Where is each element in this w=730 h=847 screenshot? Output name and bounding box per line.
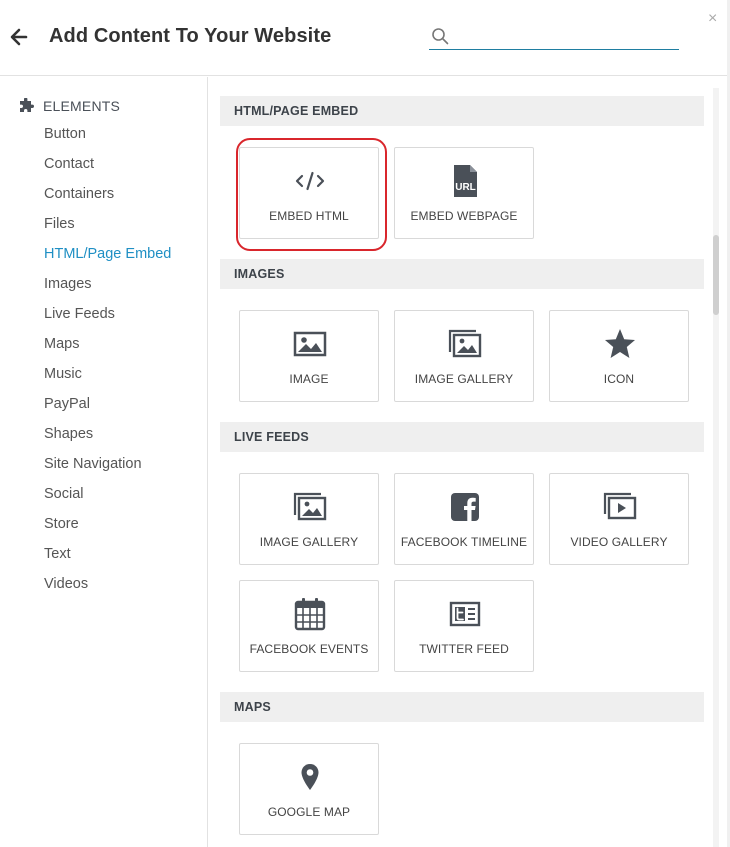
sidebar-item-button[interactable]: Button	[44, 126, 171, 156]
tile-label: EMBED WEBPAGE	[410, 209, 518, 223]
sidebar-item-paypal[interactable]: PayPal	[44, 396, 171, 426]
puzzle-icon	[20, 98, 34, 112]
sidebar-list: Button Contact Containers Files HTML/Pag…	[44, 126, 171, 606]
tile-icon[interactable]: ICON	[549, 310, 689, 402]
tile-label: TWITTER FEED	[419, 642, 509, 656]
tile-embed-webpage[interactable]: URL EMBED WEBPAGE	[394, 147, 534, 239]
sidebar-item-maps[interactable]: Maps	[44, 336, 171, 366]
sidebar-item-site-navigation[interactable]: Site Navigation	[44, 456, 171, 486]
sidebar-item-containers[interactable]: Containers	[44, 186, 171, 216]
tile-facebook-events[interactable]: FACEBOOK EVENTS	[239, 580, 379, 672]
tile-google-map[interactable]: GOOGLE MAP	[239, 743, 379, 835]
url-file-icon: URL	[454, 165, 477, 197]
sidebar-item-videos[interactable]: Videos	[44, 576, 171, 606]
tile-image[interactable]: IMAGE	[239, 310, 379, 402]
scrollbar-track[interactable]	[713, 88, 719, 847]
tile-live-image-gallery[interactable]: IMAGE GALLERY	[239, 473, 379, 565]
sidebar-item-shapes[interactable]: Shapes	[44, 426, 171, 456]
back-arrow-icon[interactable]	[10, 28, 28, 46]
search-icon	[432, 28, 449, 45]
twitter-feed-icon	[449, 601, 481, 627]
tile-label: IMAGE	[289, 372, 329, 386]
section-header-live-feeds: LIVE FEEDS	[220, 422, 704, 452]
sidebar-item-images[interactable]: Images	[44, 276, 171, 306]
section-title: IMAGES	[234, 267, 285, 281]
tile-twitter-feed[interactable]: TWITTER FEED	[394, 580, 534, 672]
image-gallery-icon	[293, 492, 327, 521]
tile-image-gallery[interactable]: IMAGE GALLERY	[394, 310, 534, 402]
sidebar-item-live-feeds[interactable]: Live Feeds	[44, 306, 171, 336]
dialog-title: Add Content To Your Website	[49, 25, 332, 47]
section-header-maps: MAPS	[220, 692, 704, 722]
section-header-html-page-embed: HTML/PAGE EMBED	[220, 96, 704, 126]
video-gallery-icon	[603, 492, 637, 520]
tile-video-gallery[interactable]: VIDEO GALLERY	[549, 473, 689, 565]
calendar-icon	[294, 598, 326, 631]
image-gallery-icon	[448, 329, 482, 358]
search-input[interactable]	[453, 24, 677, 48]
tile-embed-html[interactable]: EMBED HTML	[239, 147, 379, 239]
section-title: HTML/PAGE EMBED	[234, 104, 359, 118]
sidebar-item-contact[interactable]: Contact	[44, 156, 171, 186]
section-title: LIVE FEEDS	[234, 430, 309, 444]
sidebar-item-music[interactable]: Music	[44, 366, 171, 396]
sidebar: ELEMENTS Button Contact Containers Files…	[0, 77, 208, 847]
tile-label: ICON	[603, 372, 635, 386]
tile-label: FACEBOOK TIMELINE	[400, 535, 528, 549]
scrollbar-thumb[interactable]	[713, 235, 719, 315]
sidebar-item-store[interactable]: Store	[44, 516, 171, 546]
code-icon	[295, 171, 325, 191]
sidebar-heading: ELEMENTS	[18, 98, 120, 114]
tile-label: GOOGLE MAP	[267, 805, 351, 819]
tile-facebook-timeline[interactable]: FACEBOOK TIMELINE	[394, 473, 534, 565]
sidebar-item-social[interactable]: Social	[44, 486, 171, 516]
search-box	[429, 22, 679, 50]
sidebar-item-html-page-embed[interactable]: HTML/Page Embed	[44, 246, 171, 276]
tile-label: IMAGE GALLERY	[414, 372, 514, 386]
dialog-header: Add Content To Your Website	[0, 0, 730, 76]
tile-label: IMAGE GALLERY	[259, 535, 359, 549]
svg-text:URL: URL	[455, 182, 476, 193]
image-icon	[293, 331, 327, 357]
map-pin-icon	[301, 764, 319, 790]
section-header-images: IMAGES	[220, 259, 704, 289]
tile-label: EMBED HTML	[269, 209, 349, 223]
sidebar-heading-label: ELEMENTS	[43, 98, 121, 114]
tile-label: FACEBOOK EVENTS	[249, 642, 369, 656]
sidebar-item-text[interactable]: Text	[44, 546, 171, 576]
facebook-icon	[451, 493, 479, 521]
star-icon	[605, 329, 635, 358]
section-title: MAPS	[234, 700, 271, 714]
sidebar-item-files[interactable]: Files	[44, 216, 171, 246]
tile-label: VIDEO GALLERY	[570, 535, 668, 549]
close-button[interactable]: ×	[708, 11, 717, 27]
